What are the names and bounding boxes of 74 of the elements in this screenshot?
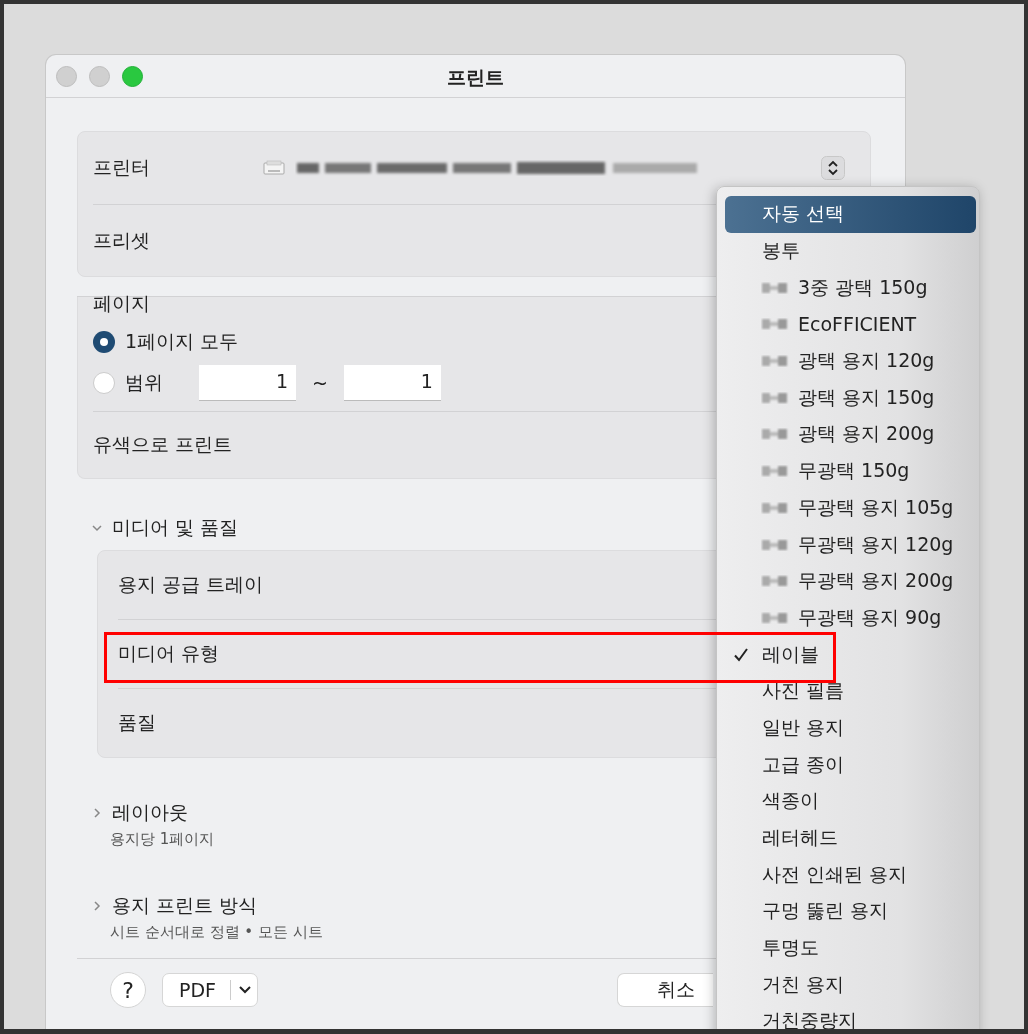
window-title: 프린트	[447, 65, 504, 90]
section-summary: 시트 순서대로 정렬 • 모든 시트	[110, 923, 323, 942]
menu-item[interactable]: 무광택 150g	[725, 452, 976, 490]
section-title[interactable]: 미디어 및 품질	[112, 515, 239, 541]
page-range-field[interactable]: 1	[343, 364, 441, 401]
menu-item[interactable]: 광택 용지 200g	[725, 416, 976, 453]
menu-item[interactable]: 광택 용지 120g	[725, 342, 976, 380]
menu-item[interactable]: 투명도	[725, 929, 976, 967]
menu-item-label: 일반 용지	[762, 714, 845, 740]
menu-item[interactable]: 무광택 용지 90g	[725, 599, 976, 637]
section-summary: 용지당 1페이지	[110, 830, 215, 849]
menu-item[interactable]: 고급 종이	[725, 746, 976, 783]
section-title[interactable]: 용지 프린트 방식	[112, 893, 258, 919]
menu-item-label: 무광택 용지 120g	[798, 531, 954, 557]
pdf-button[interactable]: PDF	[162, 973, 259, 1007]
menu-item-label: 사진 필름	[762, 678, 845, 704]
menu-item-label: 거친 용지	[762, 971, 845, 997]
menu-item[interactable]: EcoFFICIENT	[725, 306, 976, 343]
menu-item[interactable]: 광택 용지 150g	[725, 379, 976, 417]
menu-item[interactable]: 거친 용지	[725, 966, 976, 1004]
menu-item[interactable]: 무광택 용지 120g	[725, 526, 976, 563]
printer-icon	[263, 160, 285, 176]
zoom-button[interactable]	[122, 65, 143, 87]
menu-item-label: 광택 용지 150g	[798, 384, 935, 410]
disclosure-chevron-icon[interactable]	[92, 808, 102, 818]
menu-item[interactable]: 무광택 용지 200g	[725, 562, 976, 600]
setting-label: 용지 공급 트레이	[118, 572, 264, 597]
help-button[interactable]: ?	[110, 972, 146, 1008]
disclosure-chevron-icon[interactable]	[92, 901, 102, 911]
caret-icon	[239, 986, 252, 994]
menu-item[interactable]: 무광택 용지 105g	[725, 489, 976, 527]
menu-item[interactable]: 색종이	[725, 783, 976, 820]
menu-item[interactable]: 사진 필름	[725, 672, 976, 710]
setting-label: 품질	[118, 710, 156, 735]
color-print-label: 유색으로 프린트	[93, 432, 233, 457]
printer-label: 프린터	[93, 155, 150, 180]
section-title[interactable]: 레이아웃	[112, 800, 188, 826]
menu-item-label: 무광택 용지 200g	[798, 568, 954, 594]
menu-item[interactable]: 자동 선택	[725, 196, 976, 233]
menu-item[interactable]: 사전 인쇄된 용지	[725, 856, 976, 894]
menu-item-label: 사전 인쇄된 용지	[762, 861, 908, 887]
menu-item-label: 색종이	[762, 788, 819, 814]
cancel-button[interactable]: 취소	[617, 973, 714, 1007]
menu-item-label: 구멍 뚫린 용지	[762, 898, 889, 924]
range-separator: ~	[312, 371, 328, 394]
menu-item-label: 광택 용지 200g	[798, 421, 935, 447]
menu-item-label: 자동 선택	[762, 201, 845, 227]
menu-item[interactable]: 일반 용지	[725, 709, 976, 747]
radio-button[interactable]	[93, 371, 115, 394]
menu-item[interactable]: 봉투	[725, 232, 976, 270]
menu-item-label: 투명도	[762, 935, 819, 961]
menu-item-label: 무광택 용지 105g	[798, 494, 954, 520]
menu-item-label: 레이블	[762, 641, 819, 667]
menu-item[interactable]: 구멍 뚫린 용지	[725, 893, 976, 930]
menu-item[interactable]: 레이블	[725, 636, 976, 673]
menu-item-label: 무광택 용지 90g	[798, 604, 942, 630]
menu-item[interactable]: 3중 광택 150g	[725, 269, 976, 307]
menu-item-label: 광택 용지 120g	[798, 348, 935, 374]
page-range-field[interactable]: 1	[199, 364, 296, 401]
pages-label: 페이지	[93, 294, 150, 312]
radio-button[interactable]	[93, 331, 115, 353]
menu-item-label: 3중 광택 150g	[798, 274, 928, 300]
menu-item-label: 레터헤드	[762, 825, 838, 851]
menu-item-label: 봉투	[762, 238, 800, 264]
setting-label: 미디어 유형	[118, 641, 220, 666]
menu-item-label: 무광택 150g	[798, 458, 910, 484]
radio-label: 범위	[125, 369, 163, 395]
menu-item-label: 고급 종이	[762, 751, 845, 777]
menu-item[interactable]: 레터헤드	[725, 819, 976, 857]
radio-label: 1페이지 모두	[125, 329, 239, 354]
preset-label: 프리셋	[93, 227, 150, 253]
menu-item-label: EcoFFICIENT	[798, 313, 917, 336]
stepper-icon[interactable]	[821, 156, 845, 180]
disclosure-chevron-icon[interactable]	[92, 523, 102, 533]
